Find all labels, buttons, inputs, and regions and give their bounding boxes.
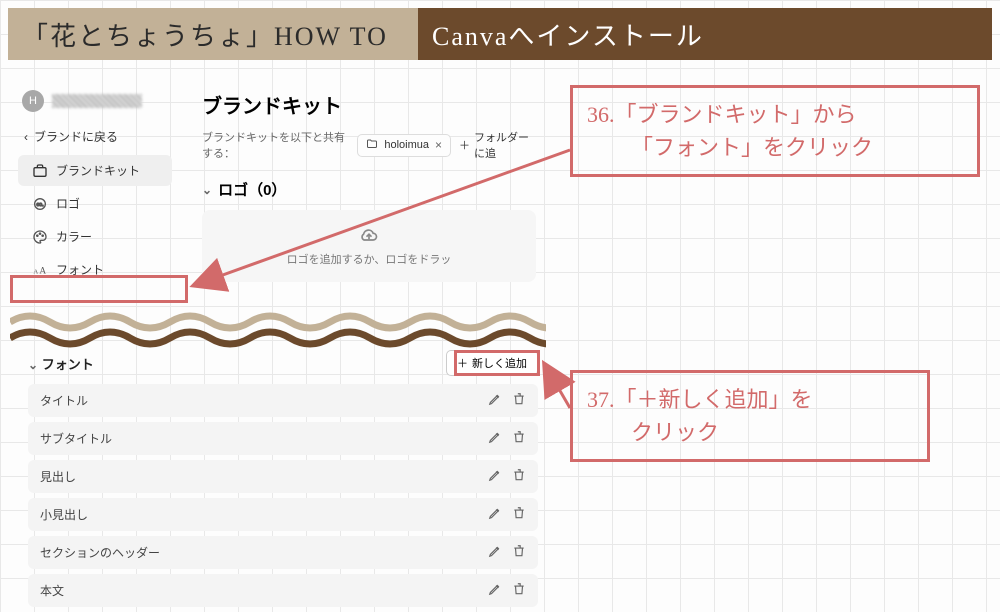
plus-icon: ＋ <box>459 137 470 153</box>
font-row-label: タイトル <box>40 392 88 409</box>
font-row-label: 本文 <box>40 582 64 599</box>
tutorial-title: 「花とちょうちょ」HOW TO <box>22 16 388 53</box>
callout-36-line1: 36.「ブランドキット」から <box>587 98 963 131</box>
font-row-label: セクションのヘッダー <box>40 544 160 561</box>
font-section: ⌄ フォント ＋ 新しく追加 タイトルサブタイトル見出し小見出しセクションのヘッ… <box>28 350 538 612</box>
account-row[interactable]: H <box>10 82 180 120</box>
chevron-down-icon: ⌄ <box>28 358 38 372</box>
add-to-folder-button[interactable]: ＋ フォルダーに追 <box>459 129 536 161</box>
svg-text:A: A <box>39 266 46 276</box>
avatar: H <box>22 90 44 112</box>
logo-drop-hint: ロゴを追加するか、ロゴをドラッ <box>287 251 452 267</box>
font-style-row[interactable]: 見出し <box>28 460 538 493</box>
font-row-label: サブタイトル <box>40 430 112 447</box>
wavy-divider <box>10 310 546 348</box>
trash-icon[interactable] <box>512 392 526 409</box>
upload-cloud-icon <box>359 225 379 245</box>
callout-37-line1: 37.「＋新しく追加」を <box>587 383 913 416</box>
sidebar-item-color[interactable]: カラー <box>18 221 172 252</box>
add-new-font-button[interactable]: ＋ 新しく追加 <box>446 350 538 376</box>
font-style-row[interactable]: タイトル <box>28 384 538 417</box>
logo-section-header[interactable]: ⌄ ロゴ（0） <box>202 179 536 200</box>
font-row-label: 見出し <box>40 468 76 485</box>
svg-text:co.: co. <box>36 202 43 208</box>
chevron-left-icon: ‹ <box>24 130 28 144</box>
tutorial-title-banner: 「花とちょうちょ」HOW TO <box>8 8 418 60</box>
trash-icon[interactable] <box>512 468 526 485</box>
logo-icon: co. <box>32 196 48 212</box>
folder-icon <box>366 138 378 153</box>
chip-label: holoimua <box>384 139 429 151</box>
share-chip[interactable]: holoimua × <box>357 134 451 157</box>
callout-36-line2: 「フォント」をクリック <box>587 131 963 164</box>
font-section-label[interactable]: ⌄ フォント <box>28 354 94 373</box>
edit-icon[interactable] <box>488 582 502 599</box>
account-name-redacted <box>52 94 142 108</box>
sidebar-item-label: フォント <box>56 261 104 278</box>
sidebar-item-brandkit[interactable]: ブランドキット <box>18 155 172 186</box>
trash-icon[interactable] <box>512 582 526 599</box>
chip-remove-icon[interactable]: × <box>435 138 442 152</box>
font-style-row[interactable]: セクションのヘッダー <box>28 536 538 569</box>
share-prefix: ブランドキットを以下と共有する： <box>202 129 349 161</box>
sidebar-item-logo[interactable]: co. ロゴ <box>18 188 172 219</box>
content-area: ブランドキット ブランドキットを以下と共有する： holoimua × ＋ フォ… <box>192 82 546 294</box>
callout-37-line2: クリック <box>587 416 913 449</box>
sidebar-item-label: ロゴ <box>56 195 80 212</box>
callout-37: 37.「＋新しく追加」を クリック <box>570 370 930 462</box>
add-new-label: 新しく追加 <box>472 355 527 371</box>
back-label: ブランドに戻る <box>34 128 118 145</box>
back-to-brand-link[interactable]: ‹ ブランドに戻る <box>10 120 180 153</box>
sidebar: H ‹ ブランドに戻る ブランドキット co. ロゴ カラー <box>10 82 180 287</box>
font-style-row[interactable]: 小見出し <box>28 498 538 531</box>
font-style-row[interactable]: 本文 <box>28 574 538 607</box>
tutorial-step-label: Canvaへインストール <box>432 16 704 53</box>
callout-36: 36.「ブランドキット」から 「フォント」をクリック <box>570 85 980 177</box>
sidebar-item-label: ブランドキット <box>56 162 140 179</box>
edit-icon[interactable] <box>488 392 502 409</box>
font-section-header: ⌄ フォント ＋ 新しく追加 <box>28 350 538 376</box>
font-style-row[interactable]: サブタイトル <box>28 422 538 455</box>
edit-icon[interactable] <box>488 506 502 523</box>
chevron-down-icon: ⌄ <box>202 183 212 197</box>
trash-icon[interactable] <box>512 544 526 561</box>
edit-icon[interactable] <box>488 430 502 447</box>
edit-icon[interactable] <box>488 544 502 561</box>
trash-icon[interactable] <box>512 430 526 447</box>
svg-text:A: A <box>33 268 38 275</box>
font-row-label: 小見出し <box>40 506 88 523</box>
sidebar-item-font[interactable]: AA フォント <box>18 254 172 285</box>
palette-icon <box>32 229 48 245</box>
add-folder-label: フォルダーに追 <box>474 129 536 161</box>
tutorial-step-banner: Canvaへインストール <box>418 8 992 60</box>
trash-icon[interactable] <box>512 506 526 523</box>
briefcase-icon <box>32 163 48 179</box>
edit-icon[interactable] <box>488 468 502 485</box>
sidebar-item-label: カラー <box>56 228 92 245</box>
page-title: ブランドキット <box>202 90 536 119</box>
font-icon: AA <box>32 262 48 278</box>
logo-section-label: ロゴ（0） <box>218 179 286 200</box>
plus-icon: ＋ <box>457 355 468 371</box>
logo-dropzone[interactable]: ロゴを追加するか、ロゴをドラッ <box>202 210 536 282</box>
share-row: ブランドキットを以下と共有する： holoimua × ＋ フォルダーに追 <box>202 129 536 161</box>
